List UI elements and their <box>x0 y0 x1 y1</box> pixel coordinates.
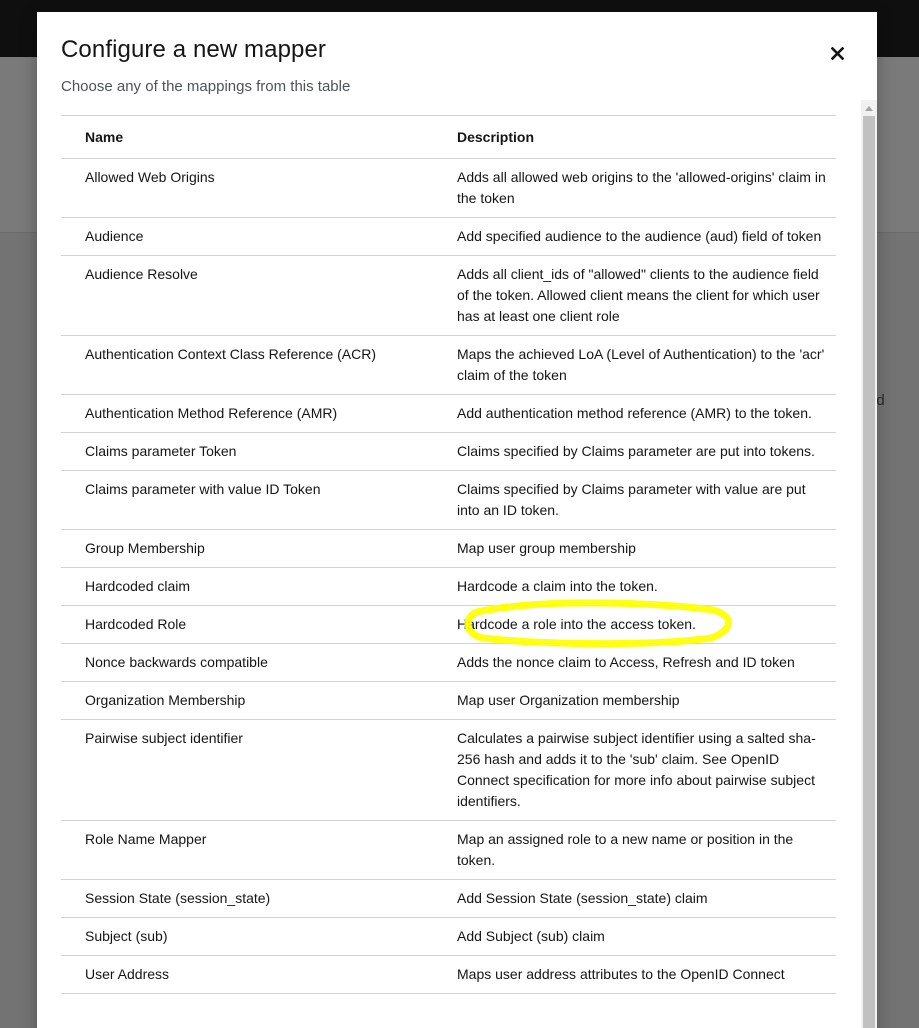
table-row[interactable]: User Address Maps user address attributes… <box>61 955 836 994</box>
close-icon <box>830 46 844 60</box>
mapper-name-cell[interactable]: Organization Membership <box>61 681 433 720</box>
table-row[interactable]: Organization Membership Map user Organiza… <box>61 681 836 720</box>
table-body: Allowed Web Origins Adds all allowed web … <box>61 158 836 994</box>
scroll-up-arrow-icon[interactable] <box>861 100 877 116</box>
table-row[interactable]: Session State (session_state) Add Session… <box>61 879 836 918</box>
table-row[interactable]: Authentication Context Class Reference (… <box>61 335 836 395</box>
mapper-description-cell: Add Session State (session_state) claim <box>433 879 836 918</box>
mapper-name-cell[interactable]: Pairwise subject identifier <box>61 719 433 821</box>
table-header-row: Name Description <box>61 115 836 159</box>
table-row[interactable]: Claims parameter with value ID Token Clai… <box>61 470 836 530</box>
mapper-name-cell[interactable]: Subject (sub) <box>61 917 433 956</box>
mapper-name-cell[interactable]: Audience Resolve <box>61 255 433 336</box>
mapper-table: Name Description Allowed Web Origins Adds… <box>61 115 836 994</box>
table-row[interactable]: Audience Add specified audience to the au… <box>61 217 836 256</box>
mapper-name-cell[interactable]: Hardcoded claim <box>61 567 433 606</box>
mapper-name-cell[interactable]: Hardcoded Role <box>61 605 433 644</box>
mapper-description-cell: Add specified audience to the audience (… <box>433 217 836 256</box>
table-row[interactable]: Claims parameter Token Claims specified b… <box>61 432 836 471</box>
mapper-description-cell: Hardcode a role into the access token. <box>433 605 836 644</box>
mapper-name-cell[interactable]: Role Name Mapper <box>61 820 433 880</box>
mapper-name-cell[interactable]: Authentication Context Class Reference (… <box>61 335 433 395</box>
configure-mapper-modal: Configure a new mapper Choose any of the… <box>37 12 877 1028</box>
mapper-name-cell[interactable]: Audience <box>61 217 433 256</box>
mapper-name-cell[interactable]: Session State (session_state) <box>61 879 433 918</box>
mapper-description-cell: Add authentication method reference (AMR… <box>433 394 836 433</box>
mapper-name-cell[interactable]: Authentication Method Reference (AMR) <box>61 394 433 433</box>
table-row[interactable]: Nonce backwards compatible Adds the nonce… <box>61 643 836 682</box>
table-row[interactable]: Role Name Mapper Map an assigned role to … <box>61 820 836 880</box>
modal-subtitle: Choose any of the mappings from this tab… <box>61 78 351 95</box>
mapper-description-cell: Hardcode a claim into the token. <box>433 567 836 606</box>
mapper-name-cell[interactable]: User Address <box>61 955 433 994</box>
mapper-description-cell: Calculates a pairwise subject identifier… <box>433 719 836 821</box>
mapper-name-cell[interactable]: Claims parameter with value ID Token <box>61 470 433 530</box>
mapper-name-cell[interactable]: Group Membership <box>61 529 433 568</box>
mapper-description-cell: Adds all client_ids of "allowed" clients… <box>433 255 836 336</box>
mapper-name-cell[interactable]: Nonce backwards compatible <box>61 643 433 682</box>
table-row[interactable]: Subject (sub) Add Subject (sub) claim <box>61 917 836 956</box>
mapper-description-cell: Add Subject (sub) claim <box>433 917 836 956</box>
scrollbar-thumb[interactable] <box>863 116 875 1028</box>
table-row[interactable]: Hardcoded claim Hardcode a claim into the… <box>61 567 836 606</box>
mapper-description-cell: Adds all allowed web origins to the 'all… <box>433 158 836 218</box>
mapper-description-cell: Claims specified by Claims parameter wit… <box>433 470 836 530</box>
mapper-description-cell: Adds the nonce claim to Access, Refresh … <box>433 643 836 682</box>
modal-title: Configure a new mapper <box>61 36 327 63</box>
table-row[interactable]: Group Membership Map user group membershi… <box>61 529 836 568</box>
mapper-table-scroll-area[interactable]: Name Description Allowed Web Origins Adds… <box>61 115 836 1028</box>
table-row[interactable]: Pairwise subject identifier Calculates a … <box>61 719 836 821</box>
table-row[interactable]: Hardcoded Role Hardcode a role into the a… <box>61 605 836 644</box>
column-header-name: Name <box>61 115 433 159</box>
mapper-description-cell: Map an assigned role to a new name or po… <box>433 820 836 880</box>
mapper-description-cell: Maps the achieved LoA (Level of Authenti… <box>433 335 836 395</box>
mapper-name-cell[interactable]: Allowed Web Origins <box>61 158 433 218</box>
mapper-description-cell: Claims specified by Claims parameter are… <box>433 432 836 471</box>
mapper-description-cell: Map user group membership <box>433 529 836 568</box>
mapper-description-cell: Maps user address attributes to the Open… <box>433 955 836 994</box>
close-button[interactable] <box>825 40 849 66</box>
table-row[interactable]: Allowed Web Origins Adds all allowed web … <box>61 158 836 218</box>
column-header-description: Description <box>433 115 836 159</box>
mapper-name-cell[interactable]: Claims parameter Token <box>61 432 433 471</box>
table-row[interactable]: Authentication Method Reference (AMR) Add… <box>61 394 836 433</box>
mapper-description-cell: Map user Organization membership <box>433 681 836 720</box>
table-row[interactable]: Audience Resolve Adds all client_ids of "… <box>61 255 836 336</box>
